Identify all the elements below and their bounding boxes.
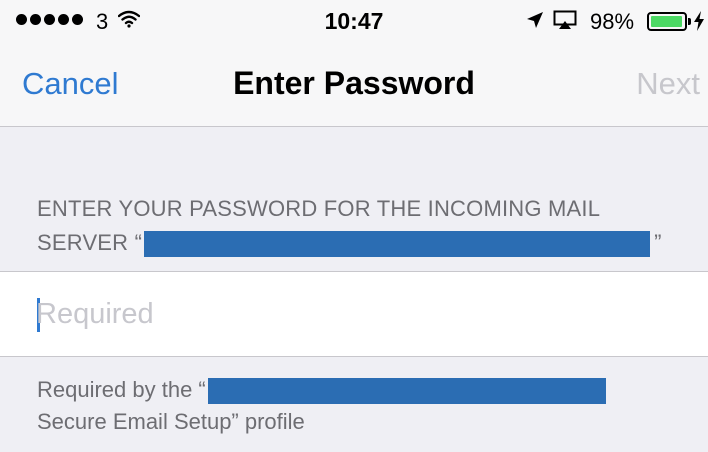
status-bar: 3 10:47 98% [0, 0, 708, 44]
location-icon [526, 11, 544, 34]
airplay-icon [553, 10, 577, 35]
password-field-cell[interactable] [0, 271, 708, 357]
section-header-line-2: SERVER “ ” [37, 226, 677, 260]
password-input[interactable] [36, 290, 676, 338]
redacted-profile-name [207, 378, 606, 405]
battery-percent: 98% [590, 9, 635, 34]
navigation-bar: Cancel Enter Password Next [0, 44, 708, 127]
section-header-prefix: SERVER “ [37, 230, 143, 255]
battery-nub [688, 18, 691, 25]
section-footer-line-1: Required by the “ [37, 374, 677, 406]
section-header-suffix: ” [654, 230, 662, 255]
charging-icon [694, 11, 704, 36]
section-header: ENTER YOUR PASSWORD FOR THE INCOMING MAI… [37, 192, 677, 260]
section-footer-prefix: Required by the “ [37, 377, 206, 402]
section-header-line-1: ENTER YOUR PASSWORD FOR THE INCOMING MAI… [37, 196, 601, 221]
next-button[interactable]: Next [636, 66, 700, 102]
section-footer: Required by the “ Secure Email Setup” pr… [37, 374, 677, 438]
battery-icon [647, 12, 687, 31]
redacted-server-name [144, 231, 651, 258]
page-title: Enter Password [233, 65, 475, 101]
battery-level-fill [651, 16, 683, 27]
section-footer-line-2: Secure Email Setup” profile [37, 409, 305, 434]
